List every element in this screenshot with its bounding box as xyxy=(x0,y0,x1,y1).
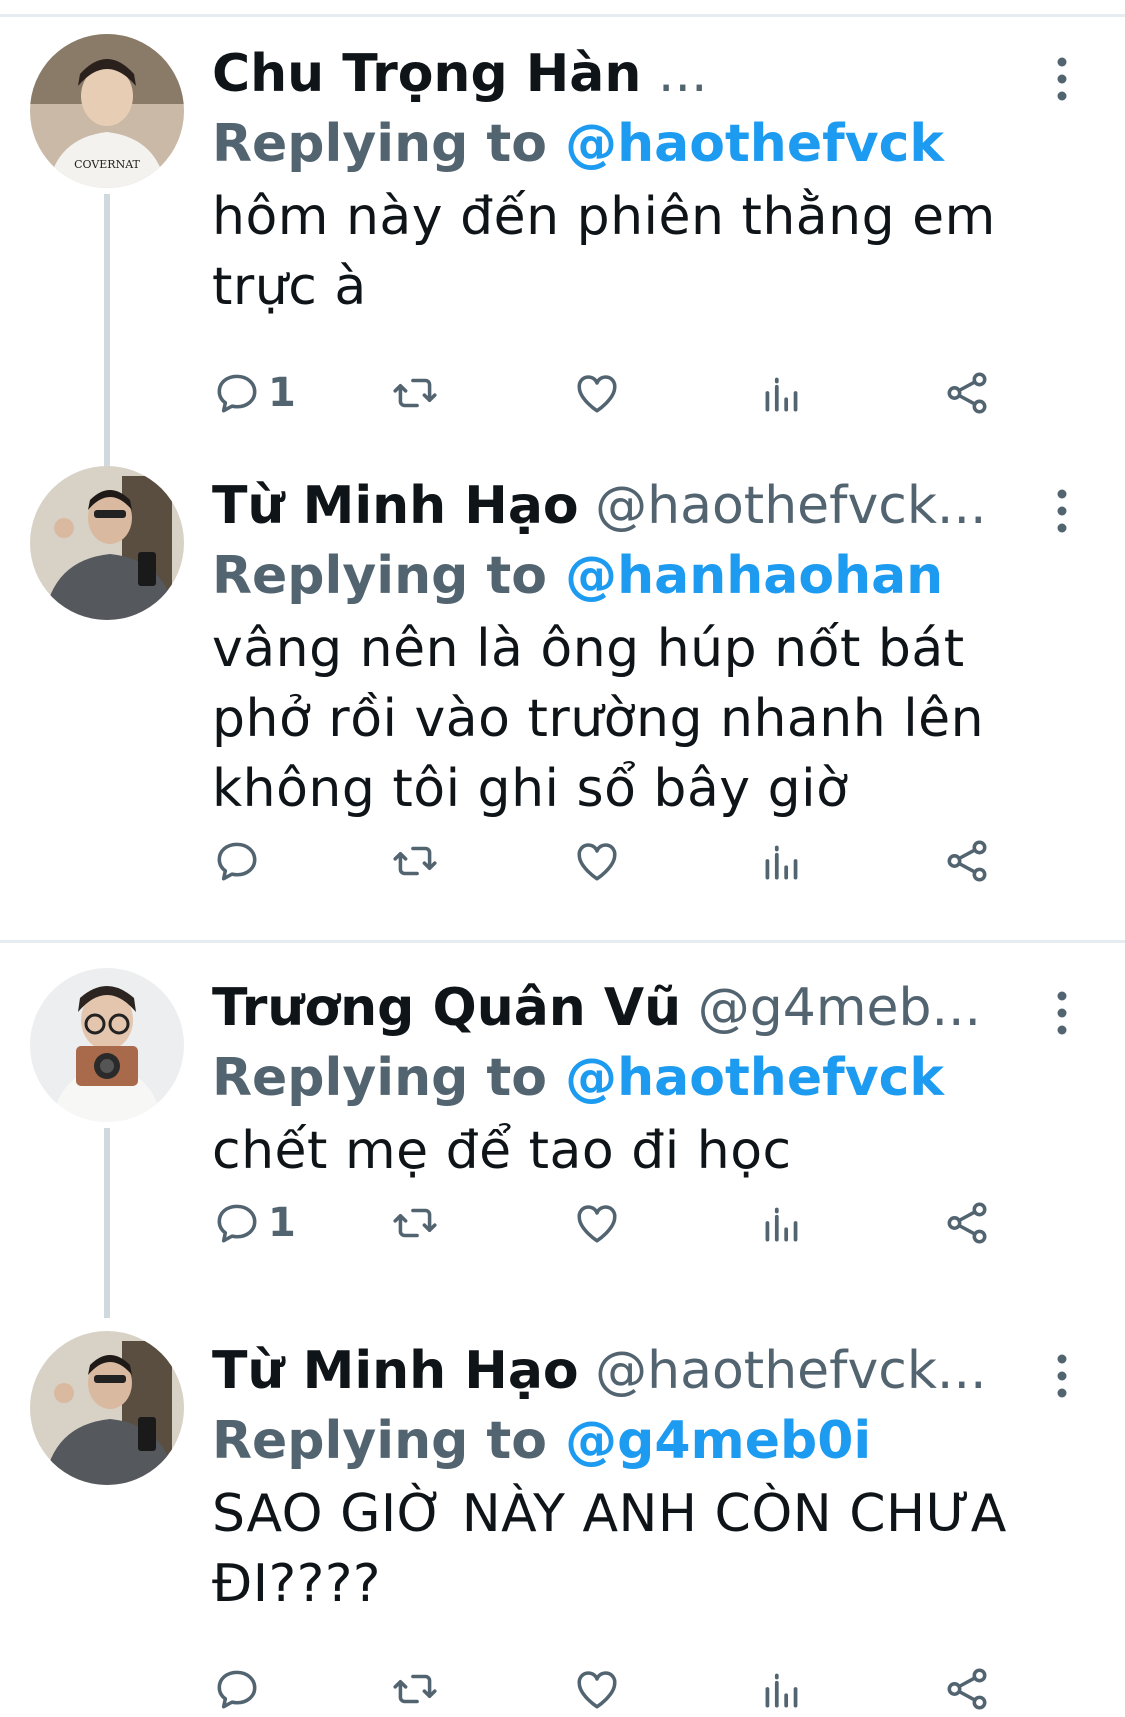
share-button[interactable] xyxy=(942,1195,992,1251)
analytics-button[interactable] xyxy=(757,1195,807,1251)
reply-icon xyxy=(217,1204,257,1243)
tweet-text: SAO GIỜ NÀY ANH CÒN CHƯA ĐI???? xyxy=(212,1479,1072,1619)
tweet-text-line: SAO GIỜ NÀY ANH CÒN CHƯA xyxy=(212,1484,1007,1544)
share-icon xyxy=(947,1668,987,1710)
retweet-button[interactable] xyxy=(390,1195,440,1251)
replying-label: Replying to xyxy=(212,114,566,174)
analytics-button[interactable] xyxy=(757,1661,807,1717)
more-options-icon[interactable] xyxy=(1052,988,1072,1038)
more-options-icon[interactable] xyxy=(1052,54,1072,104)
reply-button[interactable]: 1 xyxy=(212,365,296,421)
handle[interactable]: @g4meb... xyxy=(681,978,981,1038)
reply-count: 1 xyxy=(268,1200,296,1246)
analytics-button[interactable] xyxy=(757,365,807,421)
replying-to: Replying to @hanhaohan xyxy=(212,544,943,608)
share-button[interactable] xyxy=(942,365,992,421)
avatar[interactable] xyxy=(30,1331,184,1485)
replying-label: Replying to xyxy=(212,1411,566,1471)
replying-to: Replying to @haothefvck xyxy=(212,112,944,176)
tweet[interactable]: Từ Minh Hạo @haothefvck... Replying to @… xyxy=(0,1331,1125,1710)
like-icon xyxy=(577,843,617,881)
display-name[interactable]: Chu Trọng Hàn xyxy=(212,44,641,104)
reply-button[interactable] xyxy=(212,833,268,889)
share-icon xyxy=(947,372,987,414)
like-button[interactable] xyxy=(572,1661,622,1717)
tweet-text-line: hôm này đến phiên thằng em xyxy=(212,187,996,247)
retweet-button[interactable] xyxy=(390,833,440,889)
tweet-text-line: phở rồi vào trường nhanh lên xyxy=(212,689,985,749)
analytics-icon xyxy=(765,377,798,412)
retweet-icon xyxy=(393,1208,437,1238)
reply-count: 1 xyxy=(268,370,296,416)
tweet-text: chết mẹ để tao đi học xyxy=(212,1116,1072,1186)
handle[interactable]: @haothefvck... xyxy=(579,476,986,536)
tweet[interactable]: COVERNAT Chu Trọng Hàn ... Replying to @… xyxy=(0,34,1125,494)
top-divider xyxy=(0,14,1125,17)
tweet-text: hôm này đến phiên thằng em trực à xyxy=(212,182,1072,322)
tweet-text-line: vâng nên là ông húp nốt bát xyxy=(212,619,965,679)
mention-link[interactable]: @haothefvck xyxy=(565,1048,944,1108)
tweet-text-line: trực à xyxy=(212,257,367,317)
retweet-icon xyxy=(393,846,437,876)
avatar[interactable] xyxy=(30,466,184,620)
more-options-icon[interactable] xyxy=(1052,486,1072,536)
retweet-button[interactable] xyxy=(390,1661,440,1717)
avatar[interactable]: COVERNAT xyxy=(30,34,184,188)
mention-link[interactable]: @hanhaohan xyxy=(565,546,943,606)
share-icon xyxy=(947,1202,987,1244)
replying-label: Replying to xyxy=(212,546,566,606)
mention-link[interactable]: @g4meb0i xyxy=(565,1411,871,1471)
action-bar: 1 xyxy=(212,1195,1032,1251)
retweet-icon xyxy=(393,1674,437,1704)
action-bar xyxy=(212,1661,1032,1717)
tweet-header: Từ Minh Hạo @haothefvck... xyxy=(212,1339,1017,1403)
analytics-icon xyxy=(765,1673,798,1708)
avatar[interactable] xyxy=(30,968,184,1122)
display-name[interactable]: Từ Minh Hạo xyxy=(212,476,579,536)
tweet[interactable]: Trương Quân Vũ @g4meb... Replying to @ha… xyxy=(0,968,1125,1318)
analytics-button[interactable] xyxy=(757,833,807,889)
replying-label: Replying to xyxy=(212,1048,566,1108)
tweet-text-line: chết mẹ để tao đi học xyxy=(212,1121,792,1181)
retweet-icon xyxy=(393,378,437,408)
action-bar: 1 xyxy=(212,365,1032,421)
tweet-text-line: ĐI???? xyxy=(212,1554,382,1614)
tweet-text: vâng nên là ông húp nốt bát phở rồi vào … xyxy=(212,614,1072,824)
replying-to: Replying to @g4meb0i xyxy=(212,1409,871,1473)
like-button[interactable] xyxy=(572,365,622,421)
display-name[interactable]: Từ Minh Hạo xyxy=(212,1341,579,1401)
reply-button[interactable] xyxy=(212,1661,268,1717)
tweet[interactable]: Từ Minh Hạo @haothefvck... Replying to @… xyxy=(0,466,1125,936)
like-button[interactable] xyxy=(572,1195,622,1251)
tweet-text-line: không tôi ghi sổ bây giờ xyxy=(212,759,849,819)
reply-icon xyxy=(217,374,257,413)
thread-line xyxy=(104,1128,110,1318)
svg-text:COVERNAT: COVERNAT xyxy=(74,158,140,171)
like-button[interactable] xyxy=(572,833,622,889)
analytics-icon xyxy=(765,845,798,880)
tweet-header: Từ Minh Hạo @haothefvck... xyxy=(212,474,1017,538)
display-name[interactable]: Trương Quân Vũ xyxy=(212,978,681,1038)
share-button[interactable] xyxy=(942,1661,992,1717)
conversation-divider xyxy=(0,940,1125,943)
analytics-icon xyxy=(765,1207,798,1242)
like-icon xyxy=(577,1671,617,1709)
like-icon xyxy=(577,375,617,413)
more-options-icon[interactable] xyxy=(1052,1351,1072,1401)
retweet-button[interactable] xyxy=(390,365,440,421)
replying-to: Replying to @haothefvck xyxy=(212,1046,944,1110)
action-bar xyxy=(212,833,1032,889)
mention-link[interactable]: @haothefvck xyxy=(565,114,944,174)
tweet-header: Chu Trọng Hàn ... xyxy=(212,42,1017,106)
share-icon xyxy=(947,840,987,882)
share-button[interactable] xyxy=(942,833,992,889)
like-icon xyxy=(577,1205,617,1243)
tweet-header: Trương Quân Vũ @g4meb... xyxy=(212,976,1017,1040)
handle[interactable]: ... xyxy=(641,44,708,104)
reply-button[interactable]: 1 xyxy=(212,1195,296,1251)
thread-line xyxy=(104,194,110,494)
reply-icon xyxy=(217,1670,257,1709)
reply-icon xyxy=(217,842,257,881)
handle[interactable]: @haothefvck... xyxy=(579,1341,986,1401)
